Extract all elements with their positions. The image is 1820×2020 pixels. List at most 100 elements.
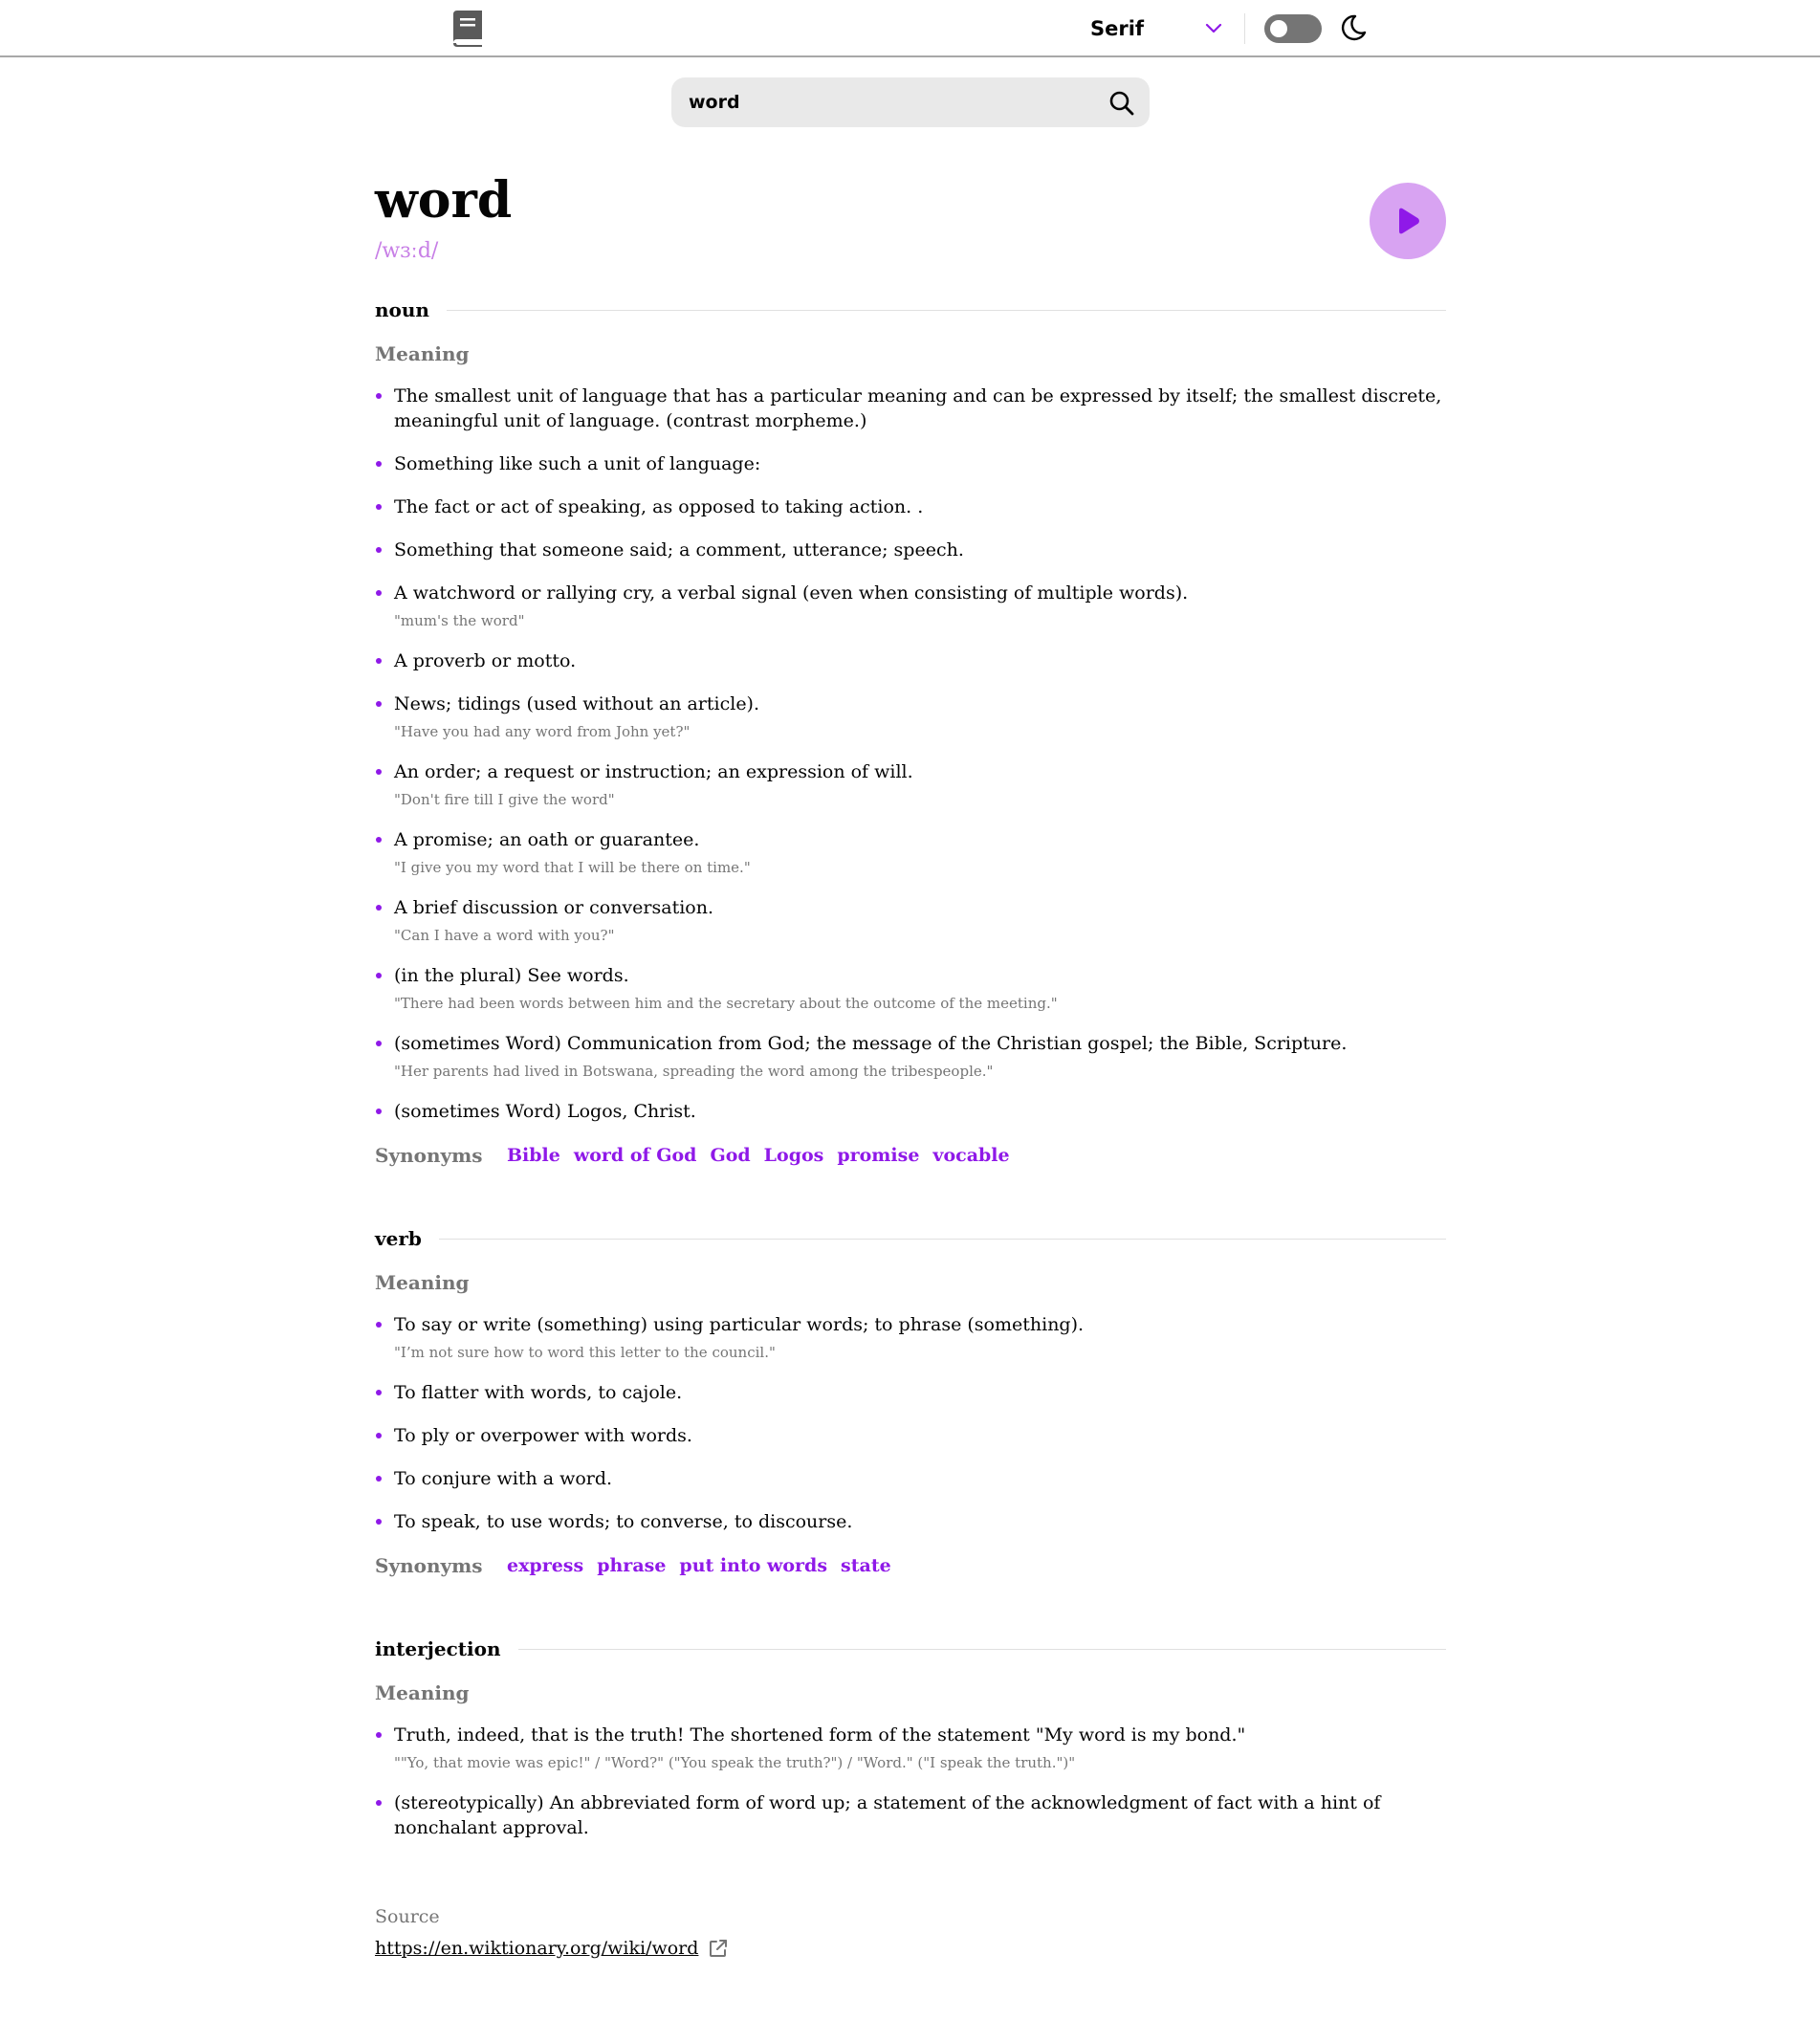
definition-example: "I give you my word that I will be there… (394, 859, 751, 876)
definition-example: "I’m not sure how to word this letter to… (394, 1344, 776, 1361)
definition-item: A brief discussion or conversation. "Can … (375, 895, 1446, 945)
definition-list: To say or write (something) using partic… (375, 1312, 1446, 1534)
definition-text: The smallest unit of language that has a… (394, 385, 1442, 431)
definition-example: "Have you had any word from John yet?" (394, 723, 691, 740)
definition-text: Something that someone said; a comment, … (394, 539, 964, 560)
search-input[interactable] (689, 77, 1071, 127)
section-divider (517, 1648, 1446, 1650)
definition-text: (stereotypically) An abbreviated form of… (394, 1792, 1381, 1838)
definition-item: The smallest unit of language that has a… (375, 384, 1446, 433)
synonym-link[interactable]: vocable (932, 1145, 1009, 1166)
definition-text: Something like such a unit of language: (394, 453, 761, 474)
phonetic: /wɜːd/ (375, 239, 439, 263)
definition-text: News; tidings (used without an article). (394, 693, 760, 714)
definition-item: Something that someone said; a comment, … (375, 538, 1446, 562)
search-icon[interactable] (1107, 89, 1136, 118)
definition-item: (sometimes Word) Logos, Christ. (375, 1099, 1446, 1124)
definition-text: The fact or act of speaking, as opposed … (394, 496, 924, 517)
definition-example: ""Yo, that movie was epic!" / "Word?" ("… (394, 1754, 1076, 1771)
definition-item: A watchword or rallying cry, a verbal si… (375, 581, 1446, 630)
definition-text: Truth, indeed, that is the truth! The sh… (394, 1724, 1246, 1746)
definition-item: The fact or act of speaking, as opposed … (375, 494, 1446, 519)
definition-item: An order; a request or instruction; an e… (375, 759, 1446, 809)
top-bar: Serif (0, 0, 1820, 57)
definition-text: To flatter with words, to cajole. (394, 1382, 683, 1403)
definition-item: News; tidings (used without an article).… (375, 692, 1446, 741)
source-label: Source (375, 1906, 440, 1927)
theme-toggle[interactable] (1264, 14, 1322, 43)
definition-item: To conjure with a word. (375, 1466, 1446, 1491)
definition-item: A promise; an oath or guarantee. "I give … (375, 827, 1446, 877)
definition-text: To say or write (something) using partic… (394, 1314, 1085, 1335)
synonym-link[interactable]: express (507, 1555, 583, 1576)
definition-text: An order; a request or instruction; an e… (394, 761, 913, 782)
definition-example: "Don't fire till I give the word" (394, 791, 615, 808)
definition-example: "mum's the word" (394, 612, 525, 629)
external-link-icon[interactable] (708, 1938, 729, 1959)
book-icon[interactable] (450, 10, 486, 48)
part-of-speech-heading: noun (375, 297, 1446, 322)
source-section: Source https://en.wiktionary.org/wiki/wo… (375, 1905, 1446, 1959)
font-selector-value: Serif (1090, 17, 1145, 40)
definition-text: A watchword or rallying cry, a verbal si… (394, 582, 1189, 604)
meaning-section-verb: verb Meaning To say or write (something)… (375, 1226, 1446, 1578)
definition-item: To speak, to use words; to converse, to … (375, 1509, 1446, 1534)
definition-text: (in the plural) See words. (394, 965, 629, 986)
part-of-speech-label: interjection (375, 1637, 501, 1660)
meaning-label: Meaning (375, 342, 470, 365)
definition-text: (sometimes Word) Communication from God;… (394, 1033, 1348, 1054)
definition-example: "Her parents had lived in Botswana, spre… (394, 1063, 994, 1080)
synonyms-label: Synonyms (375, 1554, 483, 1577)
part-of-speech-heading: verb (375, 1226, 1446, 1251)
source-link-row: https://en.wiktionary.org/wiki/word (375, 1938, 1446, 1959)
entry-header: word /wɜːd/ (375, 170, 1446, 285)
definition-item: Truth, indeed, that is the truth! The sh… (375, 1723, 1446, 1772)
definition-item: (in the plural) See words. "There had bee… (375, 963, 1446, 1013)
headword: word (375, 171, 513, 230)
synonyms-row: Synonyms Bible word of God God Logos pro… (375, 1143, 1446, 1168)
toggle-knob (1270, 20, 1287, 37)
definition-text: A proverb or motto. (394, 650, 577, 671)
font-selector[interactable]: Serif (1090, 11, 1224, 46)
definition-item: (stereotypically) An abbreviated form of… (375, 1790, 1446, 1840)
part-of-speech-label: verb (375, 1227, 422, 1250)
meaning-label: Meaning (375, 1271, 470, 1294)
play-pronunciation-button[interactable] (1370, 183, 1446, 259)
synonym-link[interactable]: Logos (764, 1145, 824, 1166)
synonym-link[interactable]: promise (837, 1145, 919, 1166)
section-divider (438, 1238, 1446, 1240)
definition-text: A promise; an oath or guarantee. (394, 829, 700, 850)
definition-text: (sometimes Word) Logos, Christ. (394, 1101, 696, 1122)
synonyms-row: Synonyms express phrase put into words s… (375, 1553, 1446, 1578)
dictionary-entry: word /wɜːd/ noun Meaning The smallest un… (375, 163, 1446, 1959)
synonym-link[interactable]: word of God (574, 1145, 697, 1166)
meaning-label: Meaning (375, 1681, 470, 1704)
section-divider (446, 309, 1446, 311)
synonym-link[interactable]: state (841, 1555, 891, 1576)
synonym-link[interactable]: put into words (679, 1555, 827, 1576)
part-of-speech-heading: interjection (375, 1636, 1446, 1661)
search-bar (671, 77, 1150, 127)
source-link[interactable]: https://en.wiktionary.org/wiki/word (375, 1938, 698, 1959)
definition-list: The smallest unit of language that has a… (375, 384, 1446, 1124)
definition-list: Truth, indeed, that is the truth! The sh… (375, 1723, 1446, 1840)
synonyms-label: Synonyms (375, 1144, 483, 1167)
synonym-link[interactable]: God (710, 1145, 750, 1166)
definition-item: To ply or overpower with words. (375, 1423, 1446, 1448)
definition-text: To ply or overpower with words. (394, 1425, 692, 1446)
meaning-section-noun: noun Meaning The smallest unit of langua… (375, 297, 1446, 1168)
play-icon (1399, 208, 1419, 234)
definition-item: (sometimes Word) Communication from God;… (375, 1031, 1446, 1081)
definition-item: To flatter with words, to cajole. (375, 1380, 1446, 1405)
moon-icon (1341, 14, 1367, 41)
definition-example: "Can I have a word with you?" (394, 927, 615, 944)
definition-text: To conjure with a word. (394, 1468, 613, 1489)
definition-example: "There had been words between him and th… (394, 995, 1058, 1012)
definition-text: To speak, to use words; to converse, to … (394, 1511, 853, 1532)
synonym-link[interactable]: Bible (507, 1145, 560, 1166)
part-of-speech-label: noun (375, 298, 429, 321)
definition-text: A brief discussion or conversation. (394, 897, 714, 918)
synonym-link[interactable]: phrase (597, 1555, 666, 1576)
definition-item: To say or write (something) using partic… (375, 1312, 1446, 1362)
definition-item: Something like such a unit of language: (375, 451, 1446, 476)
